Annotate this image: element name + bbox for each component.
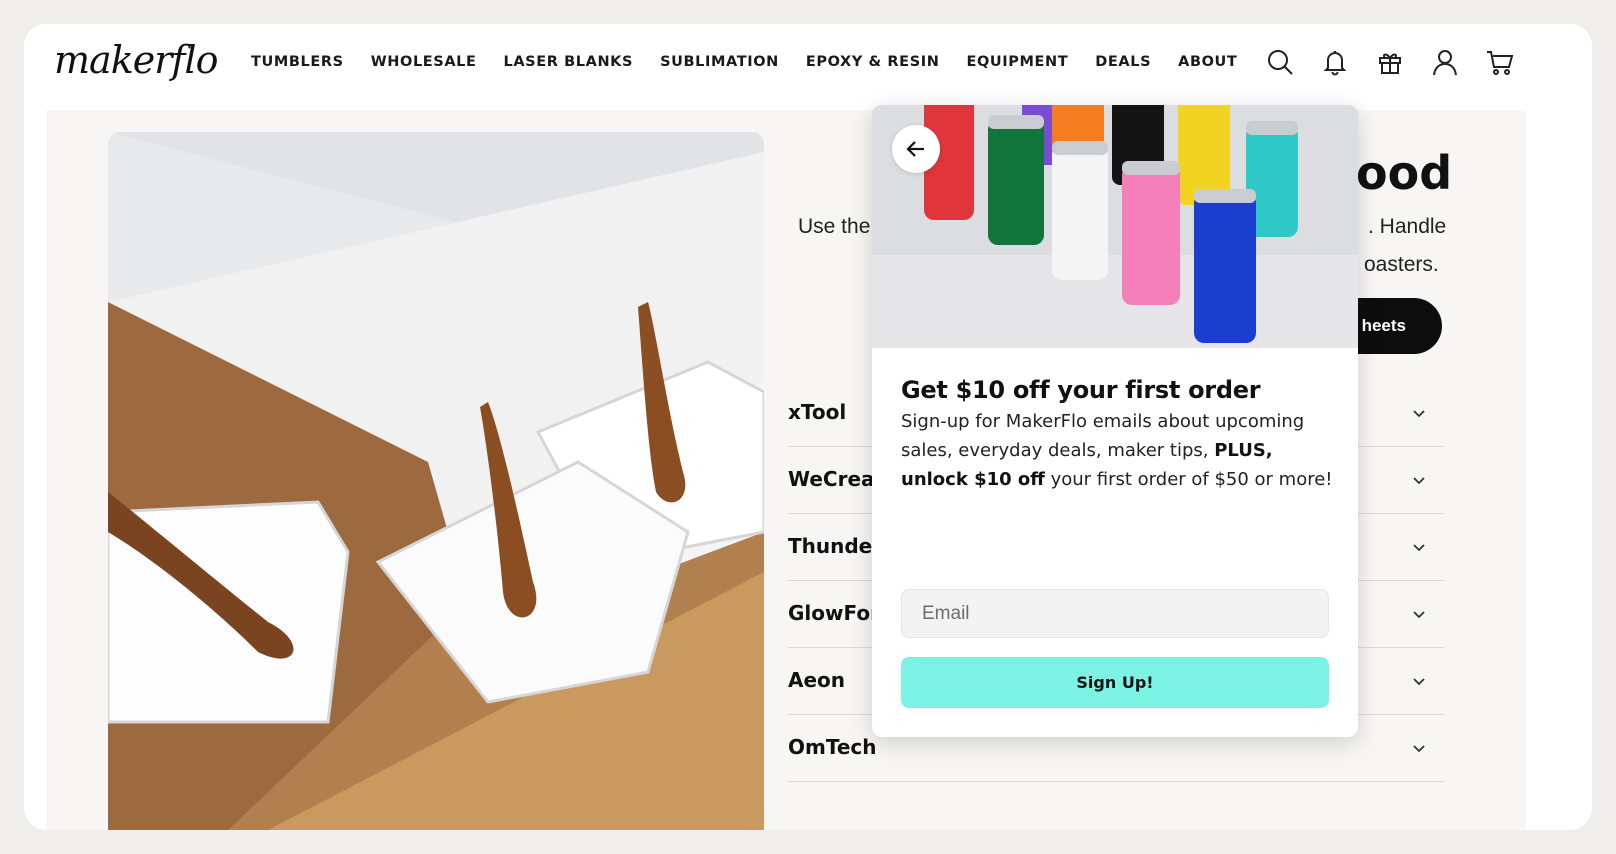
nav-item-equipment[interactable]: EQUIPMENT	[966, 54, 1068, 70]
popup-body-end: your first order of $50 or more!	[1044, 469, 1333, 490]
chevron-down-icon	[1413, 477, 1425, 485]
section-desc-left: Use the	[798, 215, 871, 238]
accordion-label: GlowFor	[788, 601, 880, 625]
nav-item-about[interactable]: ABOUT	[1178, 54, 1237, 70]
signup-button[interactable]: Sign Up!	[901, 657, 1329, 708]
accordion-label: Aeon	[788, 668, 846, 692]
product-photo	[108, 132, 764, 830]
chevron-down-icon	[1413, 544, 1425, 552]
accordion-label: Thunde	[788, 534, 873, 558]
accordion-label: WeCrea	[788, 467, 875, 491]
popup-title: Get $10 off your first order	[901, 376, 1261, 404]
arrow-left-icon	[906, 141, 924, 157]
nav-item-laser-blanks[interactable]: LASER BLANKS	[504, 54, 634, 70]
nav-item-tumblers[interactable]: TUMBLERS	[251, 54, 344, 70]
site-header: makerflo TUMBLERS WHOLESALE LASER BLANKS…	[24, 24, 1592, 110]
cart-icon[interactable]	[1484, 46, 1516, 78]
header-actions	[1264, 46, 1539, 78]
back-arrow-button[interactable]	[892, 125, 940, 173]
section-desc-right-1: . Handle	[1368, 215, 1447, 238]
chevron-down-icon	[1413, 611, 1425, 619]
bell-icon[interactable]	[1319, 46, 1351, 78]
nav-item-sublimation[interactable]: SUBLIMATION	[660, 54, 779, 70]
main-nav: TUMBLERS WHOLESALE LASER BLANKS SUBLIMAT…	[251, 54, 1264, 70]
nav-item-epoxy-resin[interactable]: EPOXY & RESIN	[806, 54, 940, 70]
section-desc-right-2: oasters.	[1364, 253, 1439, 276]
section-title-fragment: ood	[1356, 146, 1453, 200]
logo[interactable]: makerflo	[54, 38, 218, 82]
signup-popup: Get $10 off your first order Sign-up for…	[872, 105, 1358, 737]
popup-description: Sign-up for MakerFlo emails about upcomi…	[901, 407, 1333, 494]
account-icon[interactable]	[1429, 46, 1461, 78]
accordion-label: OmTech	[788, 735, 877, 759]
nav-item-wholesale[interactable]: WHOLESALE	[371, 54, 477, 70]
nav-item-deals[interactable]: DEALS	[1095, 54, 1151, 70]
gift-icon[interactable]	[1374, 46, 1406, 78]
accordion-label: xTool	[788, 400, 847, 424]
email-field[interactable]	[901, 589, 1329, 638]
search-icon[interactable]	[1264, 46, 1296, 78]
chevron-down-icon	[1413, 410, 1425, 418]
chevron-down-icon	[1413, 678, 1425, 686]
chevron-down-icon	[1413, 745, 1425, 753]
tumblers-image	[872, 105, 1358, 348]
